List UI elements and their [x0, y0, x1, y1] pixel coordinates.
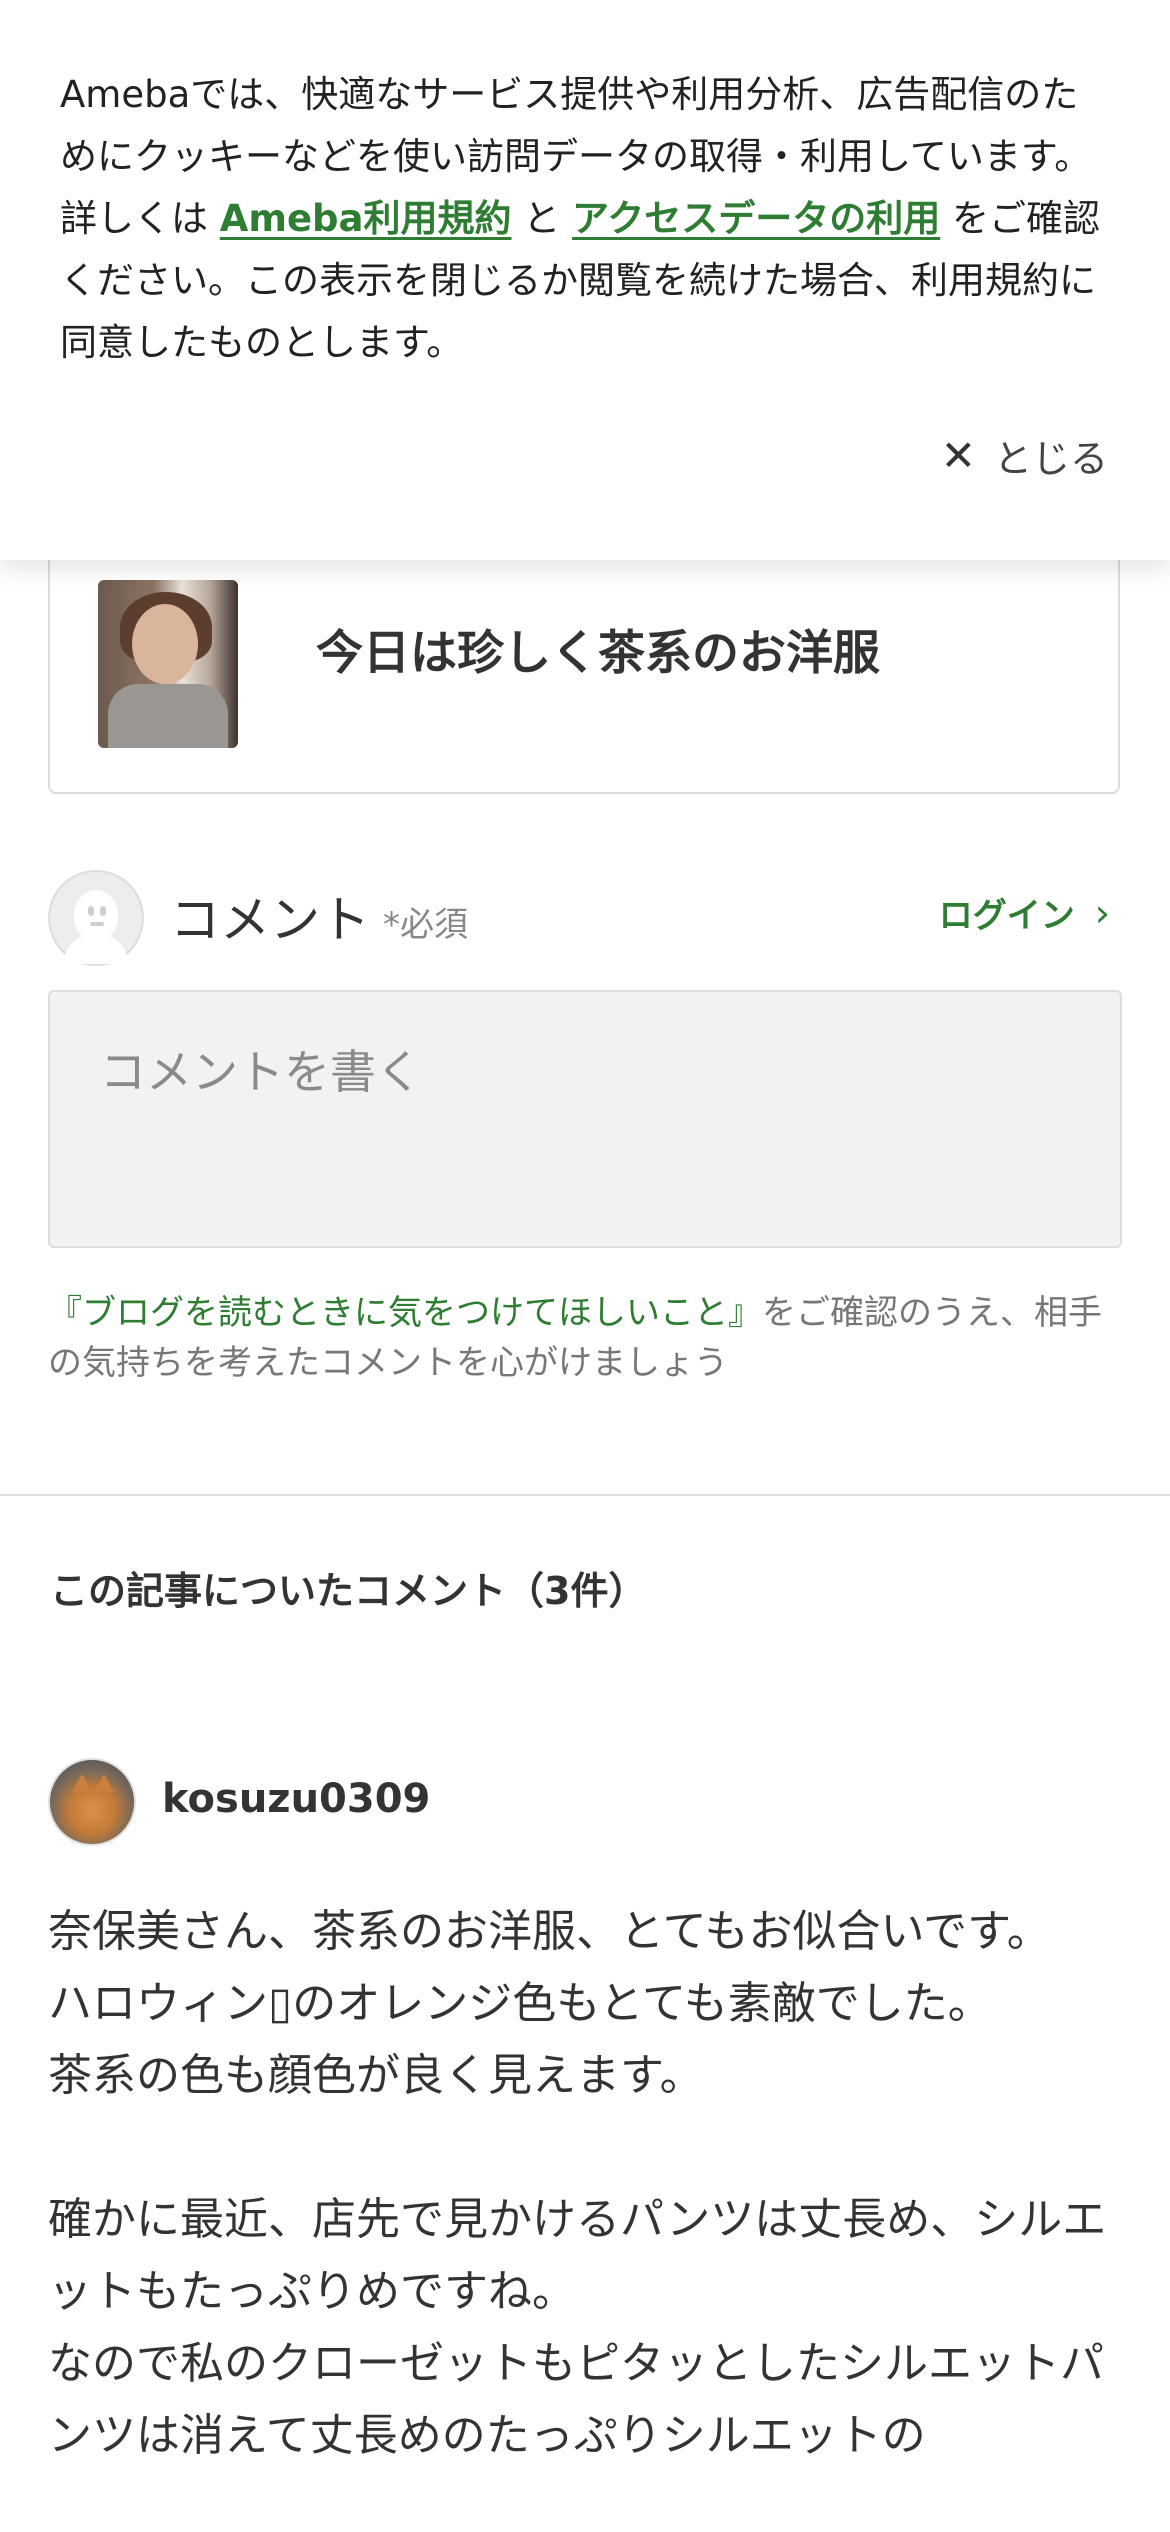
close-icon: ✕ — [940, 430, 976, 480]
comment-heading: コメント — [170, 891, 370, 949]
login-label: ログイン — [938, 896, 1075, 936]
cookie-notice-text: Amebaでは、快適なサービス提供や利用分析、広告配信のためにクッキーなどを使い… — [60, 64, 1110, 374]
cookie-text-part: と — [511, 197, 573, 240]
commenter-avatar[interactable] — [48, 1758, 136, 1846]
comment-body: 奈保美さん、茶系のお洋服、とてもお似合いです。 ハロウィン▯のオレンジ色もとても… — [48, 1906, 1107, 2461]
cookie-banner: Amebaでは、快適なサービス提供や利用分析、広告配信のためにクッキーなどを使い… — [0, 0, 1170, 560]
default-avatar-icon — [48, 870, 144, 966]
comment-textarea[interactable] — [48, 990, 1122, 1248]
blog-guidelines-link[interactable]: 『ブログを読むときに気をつけてほしいこと』 — [48, 1293, 762, 1333]
section-divider — [0, 1494, 1170, 1496]
access-data-link[interactable]: アクセスデータの利用 — [572, 197, 940, 240]
required-label: *必須 — [383, 905, 468, 945]
commenter-name[interactable]: kosuzu0309 — [162, 1776, 430, 1822]
article-thumbnail — [98, 580, 238, 748]
comments-section-title: この記事についたコメント（3件） — [50, 1569, 647, 1613]
login-link[interactable]: ログイン › — [939, 888, 1110, 937]
chevron-right-icon: › — [1094, 890, 1110, 935]
cookie-close-label: とじる — [993, 436, 1108, 481]
article-title: 今日は珍しく茶系のお洋服 — [316, 626, 880, 681]
comment-notice: 『ブログを読むときに気をつけてほしいこと』をご確認のうえ、相手の気持ちを考えたコ… — [48, 1288, 1128, 1388]
terms-link[interactable]: Ameba利用規約 — [220, 197, 512, 240]
cookie-close-button[interactable]: ✕ とじる — [941, 420, 1108, 490]
